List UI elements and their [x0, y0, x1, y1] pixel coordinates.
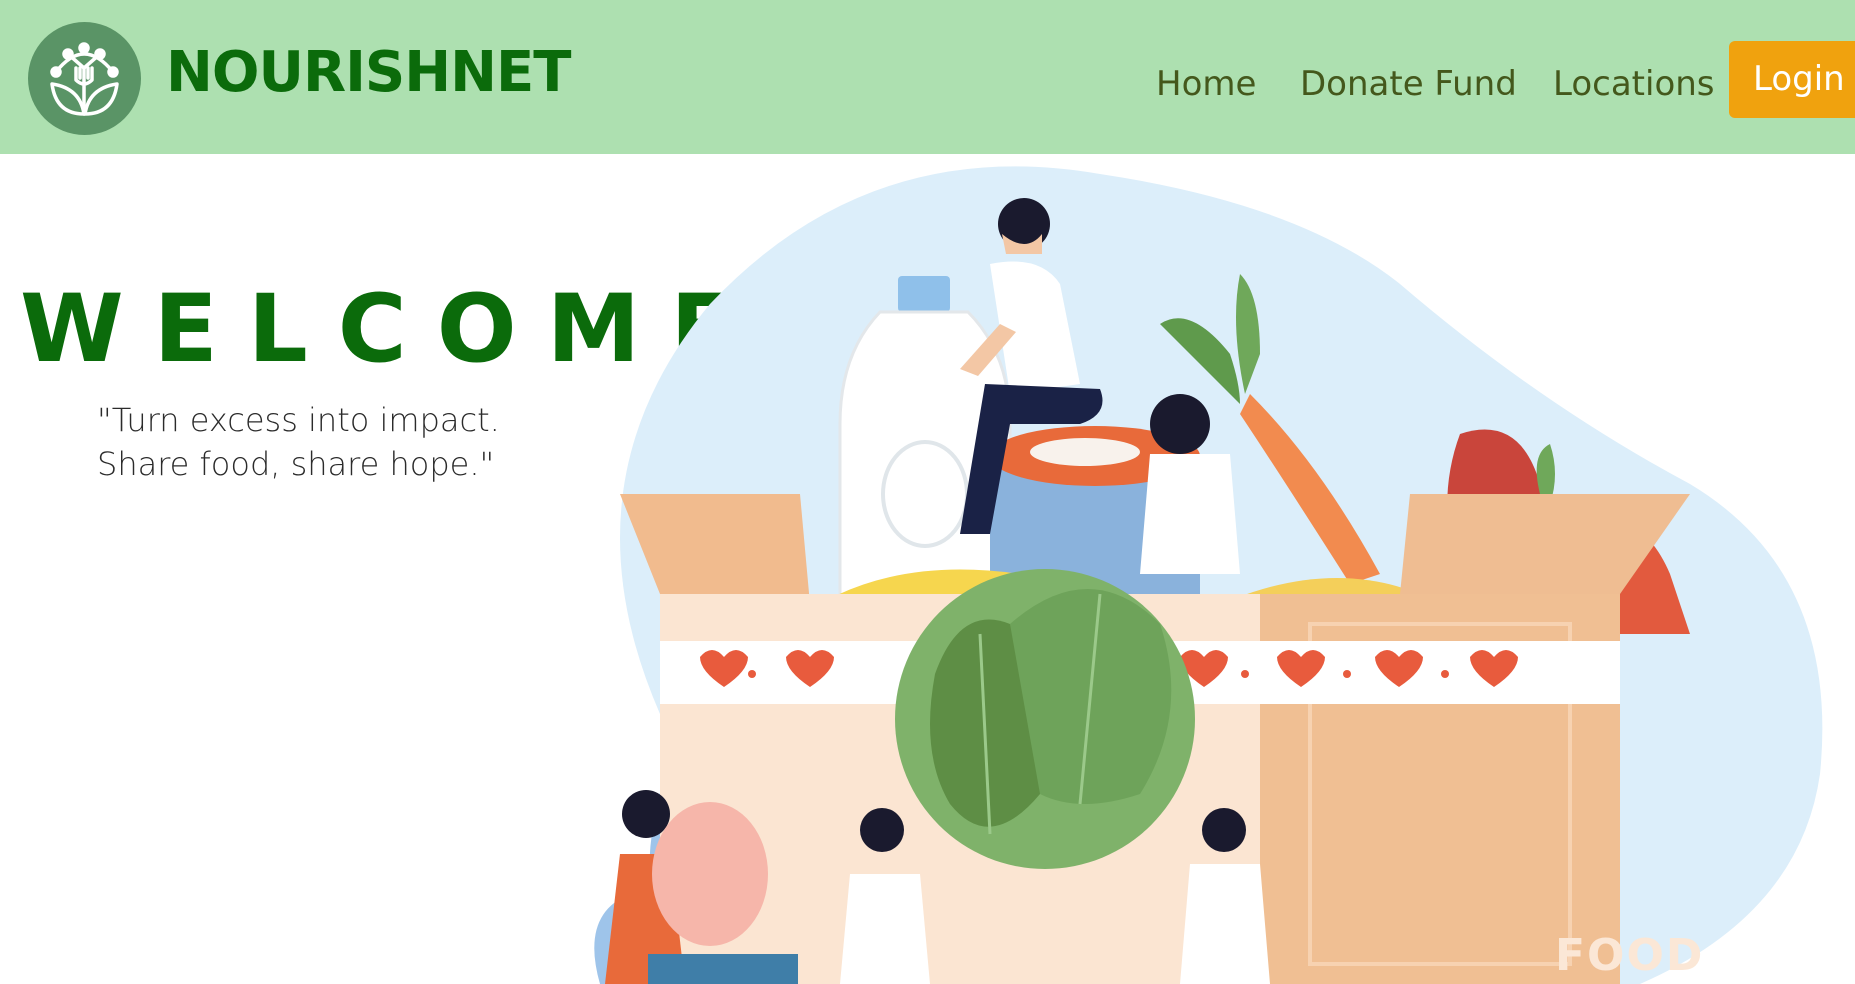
box-food-label: FOOD: [1555, 930, 1705, 981]
login-button[interactable]: Login: [1729, 41, 1855, 118]
nav-donate-fund-link[interactable]: Donate Fund: [1300, 54, 1517, 114]
tagline-line-2: Share food, share hope.": [97, 445, 495, 483]
hero-tagline: "Turn excess into impact. Share food, sh…: [97, 398, 597, 486]
food-donation-illustration: [540, 154, 1855, 984]
brand-name[interactable]: NOURISHNET: [166, 38, 571, 108]
navbar: NOURISHNET Home Donate Fund Locations Lo…: [0, 0, 1855, 154]
nav-home-link[interactable]: Home: [1156, 54, 1256, 114]
tagline-line-1: "Turn excess into impact.: [97, 401, 500, 439]
nav-locations-link[interactable]: Locations: [1553, 54, 1715, 114]
nourishnet-logo-icon[interactable]: [28, 22, 141, 135]
